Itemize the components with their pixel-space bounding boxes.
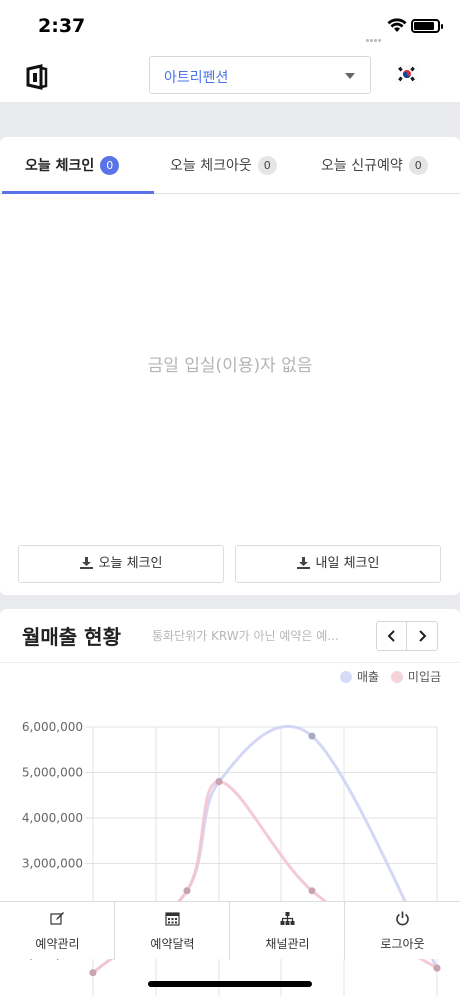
chevron-left-icon bbox=[387, 630, 395, 642]
nav-label: 예약관리 bbox=[35, 937, 80, 951]
nav-channel-management[interactable]: 채널관리 bbox=[230, 902, 345, 960]
y-tick-label: 5,000,000 bbox=[22, 766, 83, 780]
tab-label: 오늘 체크인 bbox=[25, 158, 95, 174]
today-checkin-download-button[interactable]: 오늘 체크인 bbox=[18, 545, 224, 583]
tab-label: 오늘 신규예약 bbox=[321, 158, 403, 174]
y-tick-label: 6,000,000 bbox=[22, 720, 83, 734]
battery-icon bbox=[411, 19, 443, 33]
today-card: 오늘 체크인 0 오늘 체크아웃 0 오늘 신규예약 0 금일 입실(이용)자 없음 … bbox=[0, 137, 460, 595]
sitemap-icon bbox=[280, 912, 295, 925]
divider bbox=[0, 662, 460, 663]
tab-count-badge: 0 bbox=[100, 156, 120, 175]
legend-label: 매출 bbox=[357, 670, 380, 684]
legend-label: 미입금 bbox=[407, 670, 442, 684]
home-indicator bbox=[148, 981, 312, 987]
legend-swatch bbox=[340, 671, 352, 683]
active-tab-indicator bbox=[2, 191, 154, 194]
legend-item: 미입금 bbox=[390, 670, 442, 684]
status-time: 2:37 bbox=[38, 15, 86, 37]
property-select[interactable]: 아트리펜션 bbox=[149, 56, 371, 94]
bottom-nav: 예약관리 예약달력 채널관리 로그아웃 bbox=[0, 901, 460, 960]
tab-count-badge: 0 bbox=[408, 156, 428, 175]
legend-swatch bbox=[390, 671, 403, 683]
today-tabs: 오늘 체크인 0 오늘 체크아웃 0 오늘 신규예약 0 bbox=[0, 137, 460, 194]
empty-message: 금일 입실(이용)자 없음 bbox=[147, 356, 313, 376]
status-bar: 2:37 bbox=[0, 0, 460, 52]
nav-label: 예약달력 bbox=[150, 937, 195, 951]
chart-legend: 매출 미입금 bbox=[340, 668, 449, 685]
data-point bbox=[308, 887, 316, 895]
data-point bbox=[433, 964, 441, 972]
app-screen: 2:37 아트리펜션 오늘 체크인 0 오늘 체크아웃 0 오늘 신규예약 0 … bbox=[0, 0, 460, 996]
wifi-icon bbox=[387, 18, 407, 32]
power-icon bbox=[396, 911, 409, 926]
tab-count-badge: 0 bbox=[257, 156, 277, 175]
download-icon bbox=[296, 557, 310, 569]
next-month-button[interactable] bbox=[407, 622, 437, 650]
nav-label: 로그아웃 bbox=[380, 937, 425, 951]
tab-today-checkout[interactable]: 오늘 체크아웃 0 bbox=[170, 155, 277, 175]
prev-month-button[interactable] bbox=[377, 622, 407, 650]
y-tick-label: 4,000,000 bbox=[22, 811, 83, 825]
korea-flag-icon[interactable] bbox=[396, 63, 418, 85]
data-point bbox=[215, 778, 223, 786]
calendar-icon bbox=[165, 912, 180, 926]
tomorrow-checkin-download-button[interactable]: 내일 체크인 bbox=[235, 545, 441, 583]
app-header: 아트리펜션 bbox=[0, 52, 460, 102]
property-select-value: 아트리펜션 bbox=[164, 70, 229, 86]
currency-note: 통화단위가 KRW가 아닌 예약은 예... bbox=[152, 629, 339, 643]
tab-label: 오늘 체크아웃 bbox=[170, 158, 252, 174]
monthly-sales-title: 월매출 현황 bbox=[22, 625, 121, 649]
y-tick-label: 3,000,000 bbox=[22, 857, 83, 871]
data-point bbox=[308, 732, 316, 740]
building-logo-icon[interactable] bbox=[26, 64, 48, 90]
nav-booking-calendar[interactable]: 예약달력 bbox=[115, 902, 230, 960]
nav-label: 채널관리 bbox=[265, 937, 310, 951]
nav-booking-management[interactable]: 예약관리 bbox=[0, 902, 115, 960]
chevron-down-icon bbox=[345, 73, 355, 79]
signal-icon bbox=[366, 27, 384, 42]
download-icon bbox=[79, 557, 93, 569]
tab-today-checkin[interactable]: 오늘 체크인 0 bbox=[25, 155, 120, 175]
tab-today-new-booking[interactable]: 오늘 신규예약 0 bbox=[321, 155, 428, 175]
month-pager bbox=[376, 621, 438, 651]
nav-logout[interactable]: 로그아웃 bbox=[345, 902, 460, 960]
data-point bbox=[89, 969, 97, 977]
legend-item: 매출 bbox=[340, 670, 379, 684]
edit-icon bbox=[50, 912, 64, 925]
data-point bbox=[183, 887, 191, 895]
chevron-right-icon bbox=[419, 630, 427, 642]
button-label: 오늘 체크인 bbox=[98, 556, 163, 571]
button-label: 내일 체크인 bbox=[315, 556, 380, 571]
